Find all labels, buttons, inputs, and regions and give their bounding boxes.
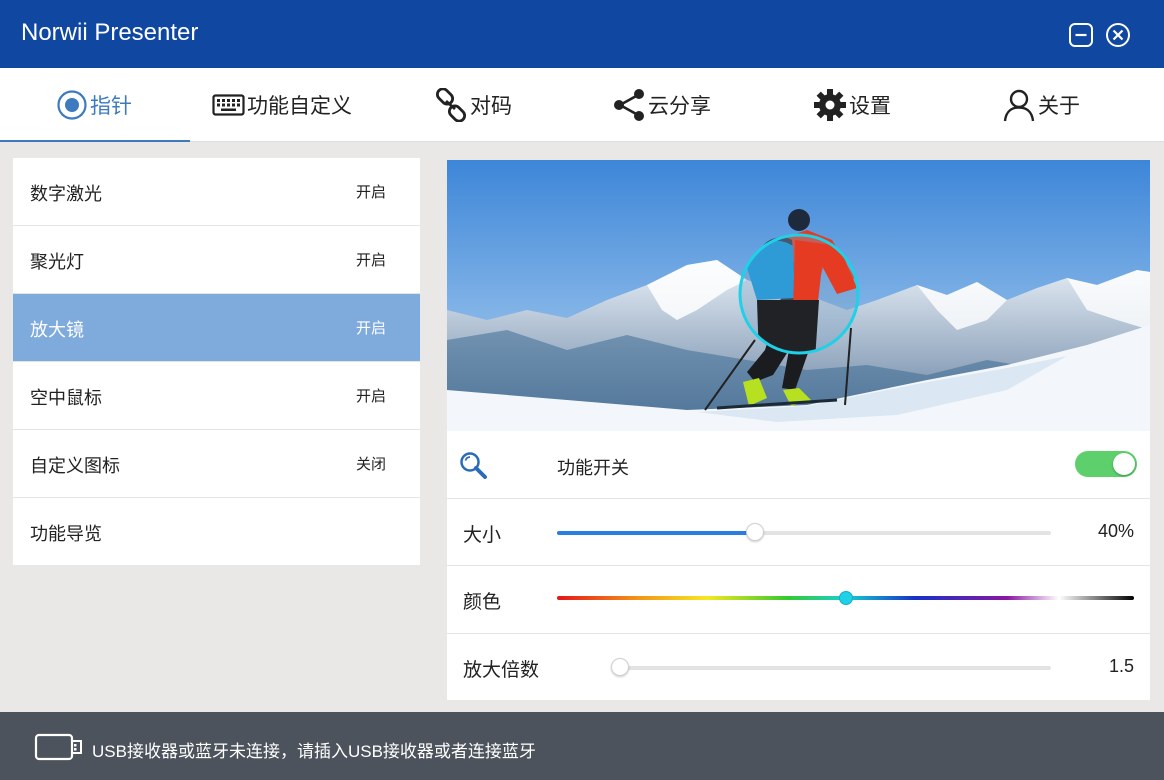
color-slider-thumb[interactable] [838,591,853,605]
feature-label: 数字激光 [30,184,102,205]
size-slider[interactable] [557,523,1051,541]
size-label: 大小 [463,524,502,546]
connection-status-text: USB接收器或蓝牙未连接，请插入USB接收器或者连接蓝牙 [92,742,536,761]
feature-state: 关闭 [356,455,387,473]
status-bar: USB接收器或蓝牙未连接，请插入USB接收器或者连接蓝牙 [0,712,1164,780]
tab-label: 功能自定义 [247,94,352,118]
tab-custom-functions[interactable]: 功能自定义 [212,68,352,142]
feature-label: 聚光灯 [30,252,84,273]
feature-state: 开启 [356,183,387,201]
close-button[interactable] [1105,22,1131,48]
feature-item-digital-laser[interactable]: 数字激光 开启 [13,158,420,226]
tab-bar: 指针 功能自定义 对码 云分享 设置 关于 [0,68,1164,142]
feature-item-spotlight[interactable]: 聚光灯 开启 [13,226,420,294]
zoom-slider[interactable] [611,658,1051,676]
tab-label: 指针 [90,94,132,118]
feature-label: 空中鼠标 [30,388,102,409]
feature-label: 自定义图标 [30,456,120,477]
tab-label: 设置 [849,94,891,118]
zoom-label: 放大倍数 [463,659,540,681]
color-row: 颜色 [447,565,1150,632]
color-label: 颜色 [463,591,502,613]
feature-item-guide[interactable]: 功能导览 [13,498,420,565]
feature-switch-toggle[interactable] [1075,451,1137,477]
magnifier-preview-image [447,160,1150,431]
zoom-value: 1.5 [1108,656,1134,676]
active-tab-indicator [0,140,190,142]
feature-item-magnifier[interactable]: 放大镜 开启 [13,294,420,362]
zoom-row: 放大倍数 1.5 [447,633,1150,700]
usb-icon [34,733,82,761]
tab-label: 云分享 [648,94,711,118]
feature-item-custom-icon[interactable]: 自定义图标 关闭 [13,430,420,498]
gear-icon [814,89,846,121]
pointer-icon [57,90,87,120]
feature-state: 开启 [356,387,387,405]
tab-about[interactable]: 关于 [1002,68,1080,142]
keyboard-icon [212,94,245,116]
feature-settings-panel: 功能开关 大小 40% 颜色 放大倍数 1.5 [447,160,1150,700]
tab-pointer[interactable]: 指针 [56,68,132,142]
minimize-button[interactable] [1068,22,1094,48]
feature-switch-row: 功能开关 [447,431,1150,498]
tab-settings[interactable]: 设置 [813,68,891,142]
title-bar: Norwii Presenter [0,0,1164,68]
toggle-knob [1113,453,1135,475]
share-icon [614,89,644,121]
size-row: 大小 40% [447,498,1150,565]
user-icon [1003,89,1035,122]
feature-label: 功能导览 [30,524,102,545]
tab-label: 关于 [1038,94,1080,118]
feature-switch-label: 功能开关 [557,458,629,479]
feature-item-air-mouse[interactable]: 空中鼠标 开启 [13,362,420,430]
link-icon [435,88,467,122]
tab-cloud-share[interactable]: 云分享 [612,68,711,142]
feature-state: 开启 [356,251,387,269]
size-slider-thumb[interactable] [745,523,764,541]
tab-label: 对码 [470,94,512,118]
magnifier-icon [460,452,487,479]
color-slider[interactable] [557,591,1134,605]
feature-list: 数字激光 开启 聚光灯 开启 放大镜 开启 空中鼠标 开启 自定义图标 关闭 功… [13,158,420,565]
minimize-icon [1069,23,1093,47]
close-icon [1106,23,1130,47]
size-slider-fill [557,531,755,535]
feature-state: 开启 [356,319,387,337]
size-value: 40% [1097,521,1134,541]
app-title: Norwii Presenter [21,19,199,46]
tab-pairing[interactable]: 对码 [434,68,512,142]
feature-label: 放大镜 [30,320,84,341]
zoom-slider-thumb[interactable] [611,658,629,676]
